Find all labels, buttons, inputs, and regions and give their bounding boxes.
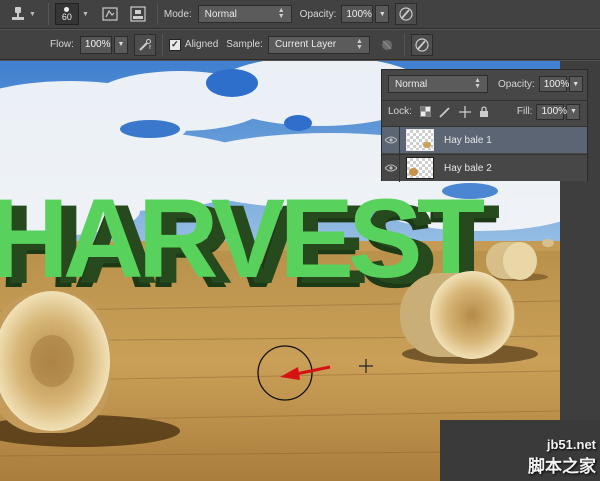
flow-value: 100%	[84, 39, 111, 50]
harvest-text: HARVEST	[0, 176, 485, 301]
brush-size-value: 60	[61, 11, 72, 22]
layer-opacity-slider-toggle[interactable]: ▼	[568, 76, 583, 92]
flow-field[interactable]: 100%	[79, 35, 112, 54]
layer-opacity-label: Opacity:	[498, 78, 535, 90]
divider	[161, 33, 163, 56]
divider	[47, 3, 49, 25]
layers-blend-row: Normal ▲ ▼ Opacity: 100% ▼	[382, 74, 587, 94]
checkmark-icon: ✓	[171, 39, 179, 49]
chevron-down-icon: ▼	[378, 10, 386, 18]
ignore-adjustment-layers-button[interactable]	[380, 38, 394, 52]
mode-value: Normal	[204, 8, 237, 20]
divider	[403, 33, 405, 56]
chevron-down-icon: ▼	[570, 108, 577, 115]
lock-label: Lock:	[388, 106, 412, 117]
watermark: jb51.net 脚本之家	[528, 437, 596, 477]
chevron-down-icon: ▼	[81, 10, 89, 18]
fill-value: 100%	[541, 106, 568, 117]
layer-row-hay-bale-1[interactable]: Hay bale 1	[382, 126, 587, 154]
pressure-opacity-icon	[399, 7, 413, 21]
flow-slider-toggle[interactable]: ▼	[113, 35, 128, 54]
toggle-clone-source-icon	[130, 6, 146, 22]
far-hay-bale-face	[503, 242, 537, 280]
watermark-site: jb51.net	[546, 437, 596, 452]
layers-panel: Normal ▲ ▼ Opacity: 100% ▼ Lock: Fill: 10…	[381, 69, 588, 182]
mode-label: Mode:	[163, 8, 192, 20]
layer-opacity-field[interactable]: 100%	[538, 76, 570, 92]
right-hay-bale-face	[430, 271, 514, 359]
layer-name: Hay bale 1	[444, 134, 492, 146]
layer-visibility-toggle[interactable]	[382, 154, 400, 182]
mode-select[interactable]: Normal ▲ ▼	[197, 5, 292, 23]
chevron-down-icon: ▼	[29, 10, 36, 18]
chevron-down-icon: ▼	[572, 80, 580, 88]
eye-icon	[384, 164, 397, 172]
layer-name: Hay bale 2	[444, 162, 492, 174]
blend-mode-select[interactable]: Normal ▲ ▼	[388, 75, 488, 93]
airbrush-icon	[139, 38, 151, 51]
fill-label: Fill:	[516, 106, 533, 117]
layer-thumbnail	[406, 157, 434, 179]
fill-field[interactable]: 100%	[536, 103, 568, 120]
tool-options-bar-row-2: Flow: 100% ▼ ✓ Aligned Sample: Current L…	[0, 30, 600, 60]
sample-label: Sample:	[226, 39, 263, 50]
opacity-field[interactable]: 100%	[341, 5, 374, 23]
aligned-checkbox[interactable]: ✓	[168, 38, 181, 51]
pressure-size-button[interactable]	[410, 33, 433, 56]
chevron-down-icon: ▼	[117, 41, 125, 48]
up-down-arrows-icon: ▲ ▼	[277, 7, 285, 20]
left-hay-bale-core	[30, 335, 74, 387]
sample-value: Current Layer	[274, 39, 337, 50]
hay-bale-thumb	[423, 142, 431, 148]
tool-preset-picker[interactable]: ▼	[10, 6, 36, 22]
aligned-label: Aligned	[184, 39, 219, 50]
lock-all-icon[interactable]	[479, 105, 489, 118]
up-down-arrows-icon: ▲ ▼	[356, 37, 363, 51]
brush-preview: 60	[54, 3, 79, 25]
opacity-label: Opacity:	[299, 8, 337, 20]
pressure-size-icon	[415, 37, 429, 52]
sky-patch	[284, 115, 312, 131]
clone-stamp-tool-icon	[12, 7, 24, 20]
lock-transparent-icon[interactable]	[419, 106, 431, 117]
airbrush-button[interactable]	[133, 33, 156, 56]
layers-lock-row: Lock: Fill: 100% ▼	[382, 100, 587, 120]
sky-patch	[206, 69, 258, 97]
sample-select[interactable]: Current Layer ▲ ▼	[267, 35, 370, 54]
watermark-cn: 脚本之家	[528, 457, 596, 476]
toggle-brush-panel-button[interactable]	[99, 3, 121, 25]
up-down-arrows-icon: ▲ ▼	[474, 77, 481, 90]
divider	[156, 3, 158, 25]
pressure-opacity-button[interactable]	[395, 3, 418, 25]
layer-opacity-value: 100%	[543, 78, 570, 90]
toggle-brush-panel-icon	[102, 7, 118, 21]
layer-thumbnail	[406, 129, 434, 151]
hay-bale-thumb	[409, 168, 418, 176]
blend-mode-value: Normal	[395, 78, 428, 90]
tool-options-bar: ▼ 60 ▼ Mode: Normal ▲ ▼ Opacity: 100% ▼	[0, 0, 600, 29]
tiny-hay-bale	[542, 239, 554, 247]
flow-label: Flow:	[50, 39, 74, 50]
opacity-value: 100%	[346, 8, 372, 20]
eye-icon	[384, 136, 397, 144]
sky-patch	[120, 120, 180, 138]
fill-slider-toggle[interactable]: ▼	[566, 103, 581, 120]
lock-position-icon[interactable]	[458, 105, 471, 118]
toggle-clone-source-button[interactable]	[127, 3, 149, 25]
layer-visibility-toggle[interactable]	[382, 126, 400, 154]
layer-row-hay-bale-2[interactable]: Hay bale 2	[382, 154, 587, 182]
opacity-slider-toggle[interactable]: ▼	[375, 5, 390, 23]
lock-pixels-icon[interactable]	[439, 106, 451, 118]
brush-preset-picker[interactable]: 60 ▼	[54, 3, 89, 25]
ignore-adjustment-layers-icon	[381, 39, 392, 50]
